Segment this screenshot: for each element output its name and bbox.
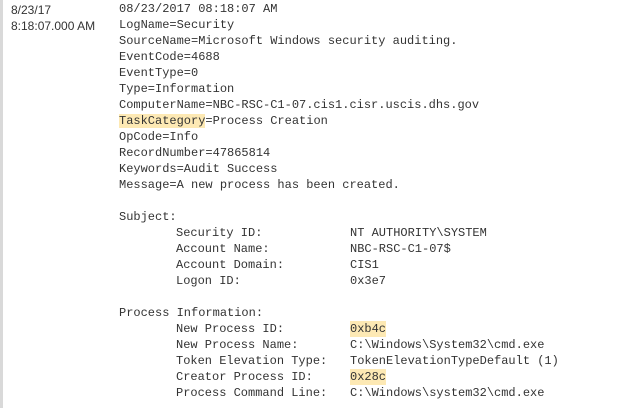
process-creator-process-id: Creator Process ID: 0x28c [119, 369, 479, 385]
event-timestamp-column: 8/23/17 8:18:07.000 AM [11, 2, 95, 34]
detail-label: Logon ID: [176, 274, 241, 288]
subject-account-name: Account Name: NBC-RSC-C1-07$ [119, 241, 479, 257]
taskcategory-value: =Process Creation [205, 114, 328, 128]
process-command-line: Process Command Line: C:\Windows\system3… [119, 385, 544, 401]
creator-process-id-highlight[interactable]: 0x28c [350, 369, 387, 385]
field-recordnumber: RecordNumber=47865814 [119, 146, 271, 160]
detail-label: Process Command Line: [176, 386, 328, 400]
taskcategory-key-highlight[interactable]: TaskCategory [119, 114, 206, 128]
event-time: 8:18:07.000 AM [11, 19, 96, 33]
process-new-process-name: New Process Name: C:\Windows\System32\cm… [119, 337, 544, 353]
detail-value: NT AUTHORITY\SYSTEM [350, 226, 487, 240]
event-header: 08/23/2017 08:18:07 AM [119, 2, 278, 16]
detail-label: New Process Name: [176, 338, 299, 352]
detail-value: TokenElevationTypeDefault (1) [350, 354, 559, 368]
field-eventcode: EventCode=4688 [119, 50, 220, 64]
event-raw-text: 08/23/2017 08:18:07 AM LogName=Security … [119, 1, 559, 401]
detail-value: C:\Windows\system32\cmd.exe [350, 386, 545, 400]
detail-label: Account Domain: [176, 258, 285, 272]
detail-label: Token Elevation Type: [176, 354, 328, 368]
detail-label: Creator Process ID: [176, 370, 313, 384]
detail-value: NBC-RSC-C1-07$ [350, 242, 451, 256]
process-token-elevation-type: Token Elevation Type: TokenElevationType… [119, 353, 559, 369]
detail-value: 0x3e7 [350, 274, 387, 288]
process-new-process-id: New Process ID: 0xb4c [119, 321, 479, 337]
field-opcode: OpCode=Info [119, 130, 199, 144]
detail-label: New Process ID: [176, 322, 285, 336]
detail-value: C:\Windows\System32\cmd.exe [350, 338, 545, 352]
field-logname: LogName=Security [119, 18, 235, 32]
subject-title: Subject: [119, 210, 177, 224]
subject-logon-id: Logon ID: 0x3e7 [119, 273, 479, 289]
field-keywords: Keywords=Audit Success [119, 162, 278, 176]
event-row-left-border [0, 0, 3, 408]
detail-label: Account Name: [176, 242, 270, 256]
subject-security-id: Security ID: NT AUTHORITY\SYSTEM [119, 225, 487, 241]
subject-account-domain: Account Domain: CIS1 [119, 257, 479, 273]
detail-value: CIS1 [350, 258, 379, 272]
event-date: 8/23/17 [11, 3, 52, 17]
field-taskcategory: TaskCategory=Process Creation [119, 113, 479, 129]
detail-label: Security ID: [176, 226, 263, 240]
new-process-id-highlight[interactable]: 0xb4c [350, 321, 387, 337]
field-computername: ComputerName=NBC-RSC-C1-07.cis1.cisr.usc… [119, 98, 480, 112]
field-type: Type=Information [119, 82, 235, 96]
field-sourcename: SourceName=Microsoft Windows security au… [119, 34, 458, 48]
field-eventtype: EventType=0 [119, 66, 199, 80]
process-info-title: Process Information: [119, 306, 264, 320]
field-message: Message=A new process has been created. [119, 178, 400, 192]
